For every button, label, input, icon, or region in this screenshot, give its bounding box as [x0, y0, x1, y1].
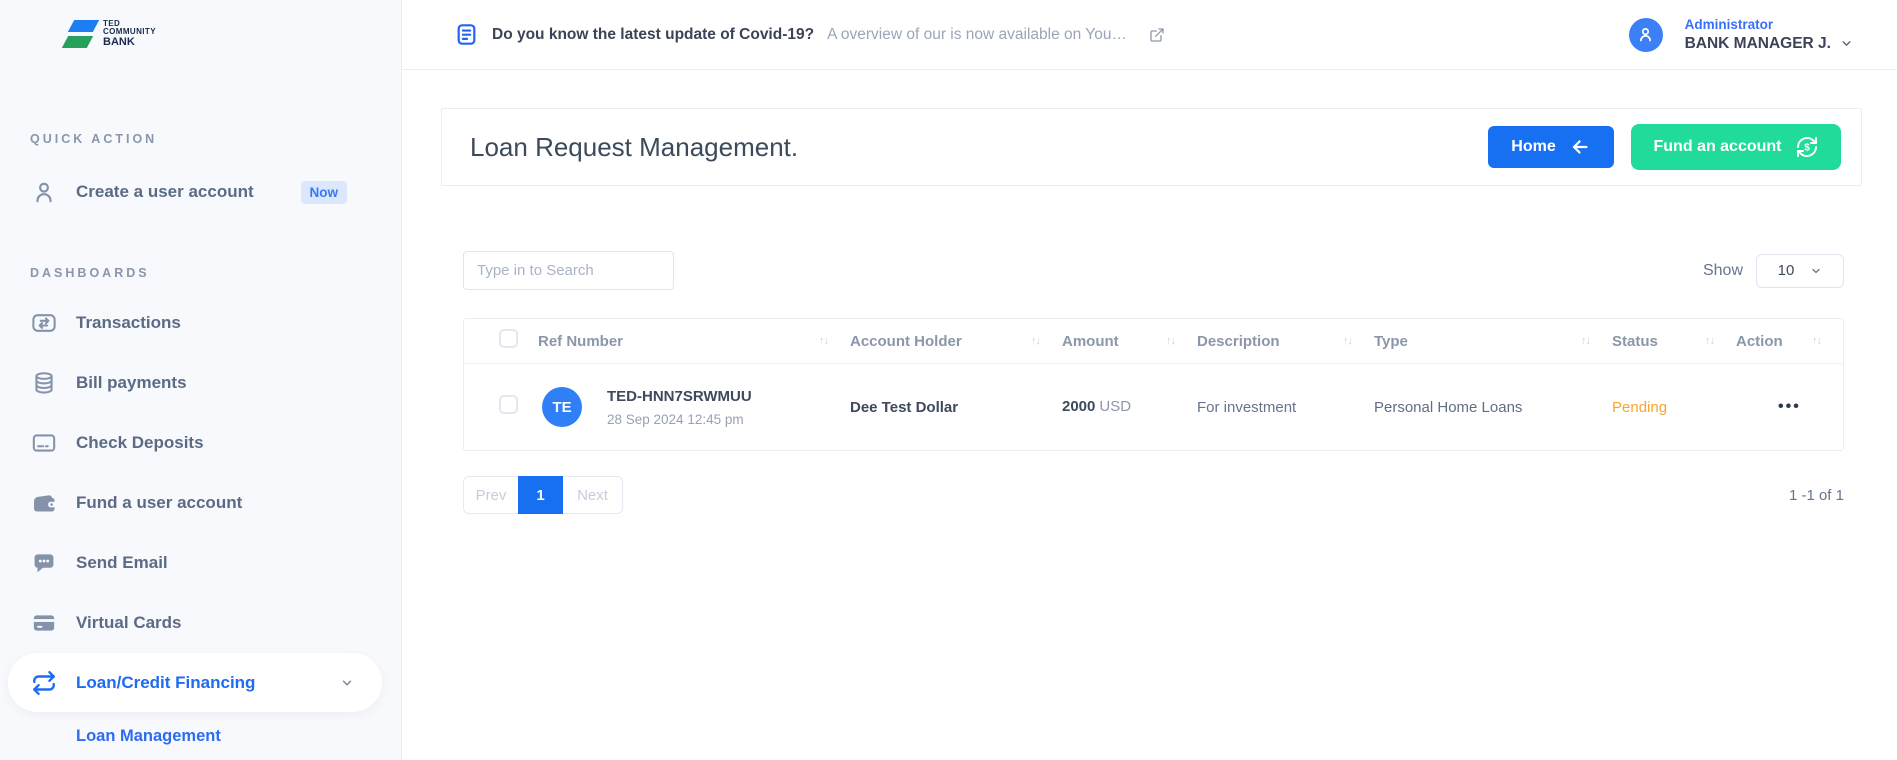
- credit-card-icon: [30, 609, 58, 637]
- amount-value: 2000: [1062, 398, 1095, 415]
- sidebar-item-loan-credit-financing[interactable]: Loan/Credit Financing: [8, 653, 382, 712]
- select-all-checkbox[interactable]: [499, 329, 518, 348]
- results-summary: 1 -1 of 1: [1789, 487, 1844, 504]
- sidebar-item-check-deposits[interactable]: Check Deposits: [0, 413, 401, 473]
- sidebar-item-label: Send Email: [76, 553, 168, 573]
- ref-date: 28 Sep 2024 12:45 pm: [607, 412, 752, 427]
- money-exchange-icon: $: [1795, 135, 1819, 159]
- alert-link-text[interactable]: A overview of our is now available on Yo…: [827, 26, 1127, 44]
- sidebar-item-fund-user-account[interactable]: Fund a user account: [0, 473, 401, 533]
- brand-logo: TED COMMUNITY BANK: [64, 18, 401, 50]
- fund-account-button[interactable]: Fund an account $: [1631, 124, 1841, 170]
- loan-type: Personal Home Loans: [1374, 399, 1612, 416]
- sidebar: TED COMMUNITY BANK QUICK ACTION Create a…: [0, 0, 402, 760]
- bank-logo-icon: [64, 19, 98, 49]
- section-dashboards: DASHBOARDS: [30, 266, 401, 280]
- header-ref-number[interactable]: Ref Number↑↓: [538, 333, 850, 350]
- loan-table-section: Show 10 Ref Number↑↓ Account Holder↑↓ Am…: [463, 251, 1844, 514]
- coins-stack-icon: [30, 369, 58, 397]
- header-account-holder[interactable]: Account Holder↑↓: [850, 333, 1062, 350]
- sidebar-item-label: Virtual Cards: [76, 613, 182, 633]
- transactions-icon: [30, 309, 58, 337]
- section-quick-action: QUICK ACTION: [30, 132, 401, 146]
- sidebar-item-label: Transactions: [76, 313, 181, 333]
- amount-currency: USD: [1099, 398, 1131, 415]
- user-outline-icon: [30, 178, 58, 206]
- account-holder: Dee Test Dollar: [850, 399, 1062, 416]
- row-avatar: TE: [542, 387, 582, 427]
- arrow-left-icon: [1569, 136, 1591, 158]
- chevron-down-icon[interactable]: [1840, 37, 1853, 50]
- chevron-down-icon[interactable]: [340, 676, 354, 690]
- home-button-label: Home: [1511, 138, 1555, 156]
- wallet-icon: [30, 489, 58, 517]
- alert-headline: Do you know the latest update of Covid-1…: [492, 26, 814, 44]
- prev-page-button[interactable]: Prev: [463, 476, 518, 514]
- user-menu[interactable]: Administrator BANK MANAGER J.: [1629, 17, 1853, 53]
- next-page-button[interactable]: Next: [563, 476, 623, 514]
- row-actions-menu[interactable]: •••: [1736, 398, 1843, 416]
- header-type[interactable]: Type↑↓: [1374, 333, 1612, 350]
- table-toolbar: Show 10: [463, 251, 1844, 290]
- sort-icon[interactable]: ↑↓: [1031, 335, 1040, 347]
- sidebar-nav: Transactions Bill payments Check Deposit…: [0, 293, 401, 746]
- page-content: Loan Request Management. Home Fund an ac…: [402, 70, 1897, 514]
- user-name: BANK MANAGER J.: [1685, 35, 1831, 53]
- user-role: Administrator: [1685, 17, 1853, 32]
- now-badge: Now: [301, 181, 348, 204]
- external-link-icon[interactable]: [1149, 27, 1165, 43]
- sidebar-item-bill-payments[interactable]: Bill payments: [0, 353, 401, 413]
- header-amount[interactable]: Amount↑↓: [1062, 333, 1197, 350]
- page-size-select[interactable]: 10: [1756, 254, 1844, 288]
- sort-icon[interactable]: ↑↓: [1812, 335, 1821, 347]
- svg-text:$: $: [1804, 143, 1810, 154]
- header-description[interactable]: Description↑↓: [1197, 333, 1374, 350]
- repeat-arrows-icon: [30, 669, 58, 697]
- sort-icon[interactable]: ↑↓: [1166, 335, 1175, 347]
- show-label: Show: [1703, 262, 1743, 280]
- sidebar-item-label: Bill payments: [76, 373, 187, 393]
- chat-bubble-icon: [30, 549, 58, 577]
- sidebar-item-label: Check Deposits: [76, 433, 204, 453]
- news-icon: [454, 22, 479, 47]
- sort-icon[interactable]: ↑↓: [1705, 335, 1714, 347]
- header-status[interactable]: Status↑↓: [1612, 333, 1736, 350]
- status-badge: Pending: [1612, 399, 1736, 416]
- page-title: Loan Request Management.: [470, 132, 798, 163]
- covid-alert: Do you know the latest update of Covid-1…: [454, 22, 1165, 47]
- chevron-down-icon: [1810, 265, 1822, 277]
- sidebar-item-send-email[interactable]: Send Email: [0, 533, 401, 593]
- page-1-button[interactable]: 1: [518, 476, 563, 514]
- sidebar-item-label: Loan/Credit Financing: [76, 673, 255, 693]
- page-header-card: Loan Request Management. Home Fund an ac…: [441, 108, 1862, 186]
- user-avatar: [1629, 18, 1663, 52]
- home-button[interactable]: Home: [1488, 126, 1614, 168]
- page-size-value: 10: [1778, 262, 1795, 279]
- table-row: TE TED-HNN7SRWMUU 28 Sep 2024 12:45 pm D…: [464, 364, 1843, 450]
- sidebar-subitem-loan-management[interactable]: Loan Management: [76, 727, 401, 746]
- sidebar-item-label: Create a user account: [76, 182, 254, 202]
- loan-description: For investment: [1197, 399, 1374, 416]
- row-checkbox[interactable]: [499, 395, 518, 414]
- brand-name: TED COMMUNITY BANK: [103, 20, 156, 48]
- top-navbar: Do you know the latest update of Covid-1…: [402, 0, 1897, 70]
- search-input[interactable]: [463, 251, 674, 290]
- sort-icon[interactable]: ↑↓: [1343, 335, 1352, 347]
- check-card-icon: [30, 429, 58, 457]
- fund-button-label: Fund an account: [1654, 138, 1782, 156]
- pagination-bar: Prev 1 Next 1 -1 of 1: [463, 476, 1844, 514]
- sort-icon[interactable]: ↑↓: [1581, 335, 1590, 347]
- sort-icon[interactable]: ↑↓: [819, 335, 828, 347]
- ref-number: TED-HNN7SRWMUU: [607, 388, 752, 405]
- loan-requests-table: Ref Number↑↓ Account Holder↑↓ Amount↑↓ D…: [463, 318, 1844, 451]
- table-header-row: Ref Number↑↓ Account Holder↑↓ Amount↑↓ D…: [464, 319, 1843, 364]
- sidebar-item-transactions[interactable]: Transactions: [0, 293, 401, 353]
- header-action[interactable]: Action↑↓: [1736, 333, 1843, 350]
- sidebar-item-virtual-cards[interactable]: Virtual Cards: [0, 593, 401, 653]
- pagination: Prev 1 Next: [463, 476, 623, 514]
- sidebar-item-label: Fund a user account: [76, 493, 242, 513]
- main-area: Do you know the latest update of Covid-1…: [402, 0, 1897, 514]
- sidebar-item-create-user-account[interactable]: Create a user account Now: [0, 164, 401, 220]
